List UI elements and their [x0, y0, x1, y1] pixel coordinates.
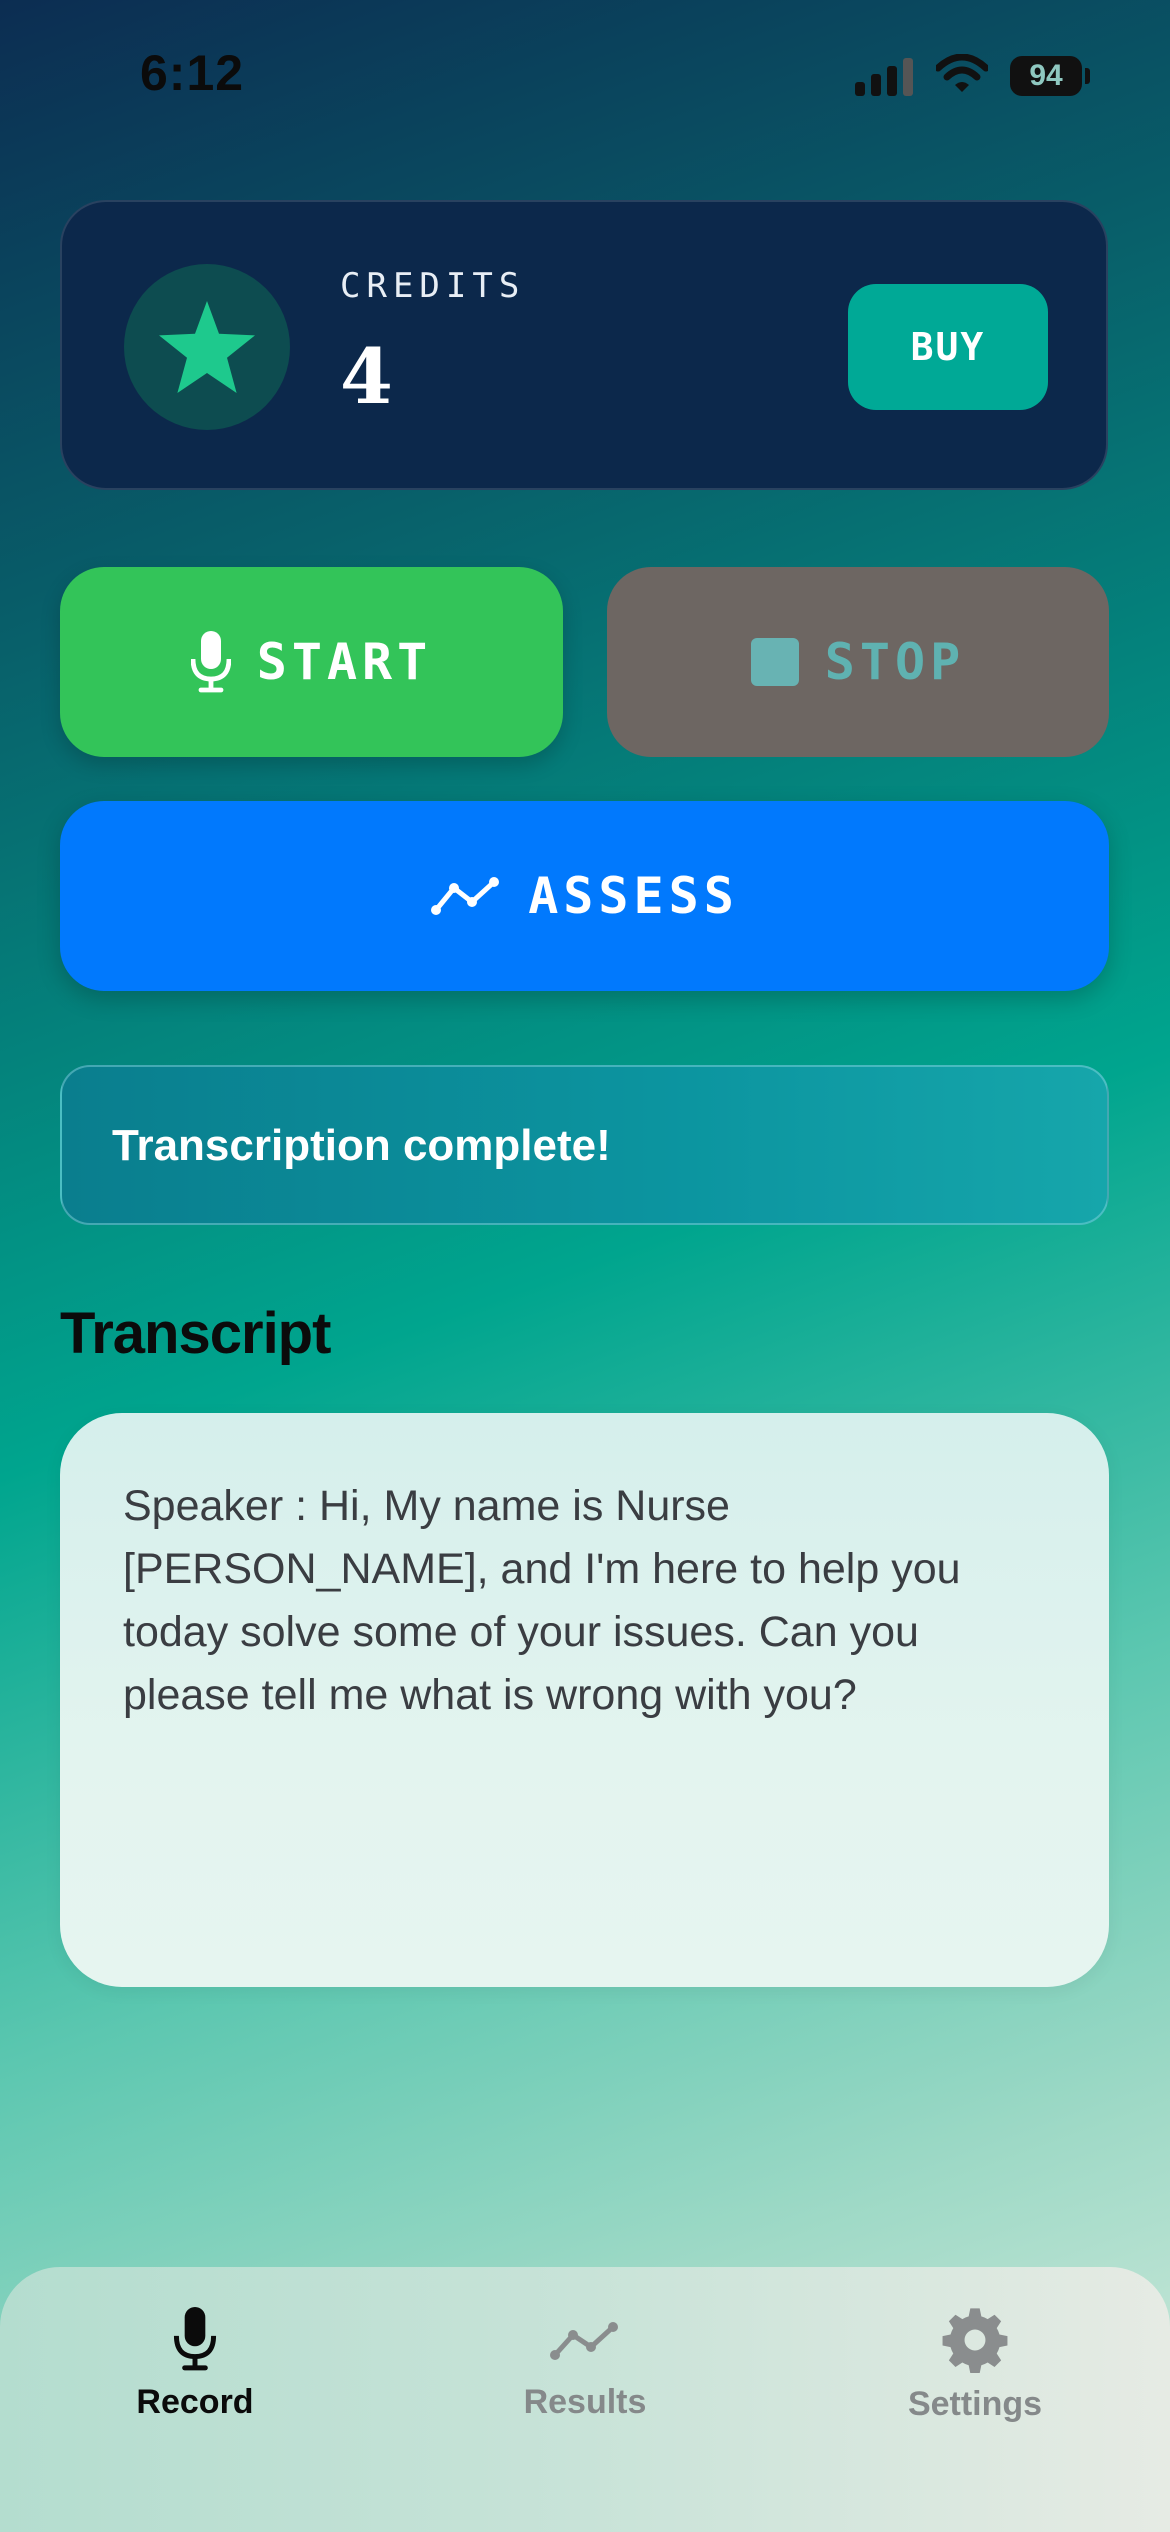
credits-label: CREDITS: [340, 266, 526, 306]
assess-button-label: ASSESS: [528, 867, 739, 925]
stop-button-label: STOP: [824, 633, 966, 691]
credits-card: CREDITS 4 BUY: [60, 200, 1108, 490]
tab-settings-label: Settings: [907, 2385, 1043, 2423]
start-button-label: START: [256, 633, 433, 691]
stop-button[interactable]: STOP: [607, 567, 1109, 757]
transcript-text: Speaker : Hi, My name is Nurse [PERSON_N…: [123, 1482, 961, 1719]
buy-button-label: BUY: [910, 325, 986, 369]
cellular-signal-icon: [855, 58, 913, 96]
tab-bar: Record Results Settings: [0, 2267, 1170, 2532]
battery-tip: [1085, 68, 1090, 84]
wifi-icon: [934, 53, 990, 99]
assess-button[interactable]: ASSESS: [60, 801, 1109, 991]
start-button[interactable]: START: [60, 567, 563, 757]
star-icon: [159, 301, 255, 393]
credits-value: 4: [340, 332, 393, 421]
star-badge: [124, 264, 290, 430]
status-message: Transcription complete!: [112, 1121, 611, 1170]
tab-settings[interactable]: Settings: [825, 2307, 1125, 2424]
transcript-title: Transcript: [60, 1301, 331, 1366]
tab-results[interactable]: Results: [435, 2307, 735, 2422]
chart-line-icon: [431, 877, 500, 915]
chart-line-icon: [550, 2322, 618, 2360]
tab-results-label: Results: [523, 2383, 647, 2421]
mic-icon: [190, 631, 231, 693]
battery-icon: 94: [1010, 56, 1082, 96]
stop-icon: [750, 638, 799, 686]
status-banner: Transcription complete!: [60, 1065, 1109, 1225]
transcript-card[interactable]: Speaker : Hi, My name is Nurse [PERSON_N…: [60, 1413, 1109, 1987]
tab-record-label: Record: [136, 2383, 254, 2421]
tab-record[interactable]: Record: [45, 2307, 345, 2422]
buy-button[interactable]: BUY: [848, 284, 1048, 410]
status-time: 6:12: [140, 45, 245, 101]
gear-icon: [942, 2308, 1008, 2373]
mic-icon: [173, 2307, 217, 2371]
